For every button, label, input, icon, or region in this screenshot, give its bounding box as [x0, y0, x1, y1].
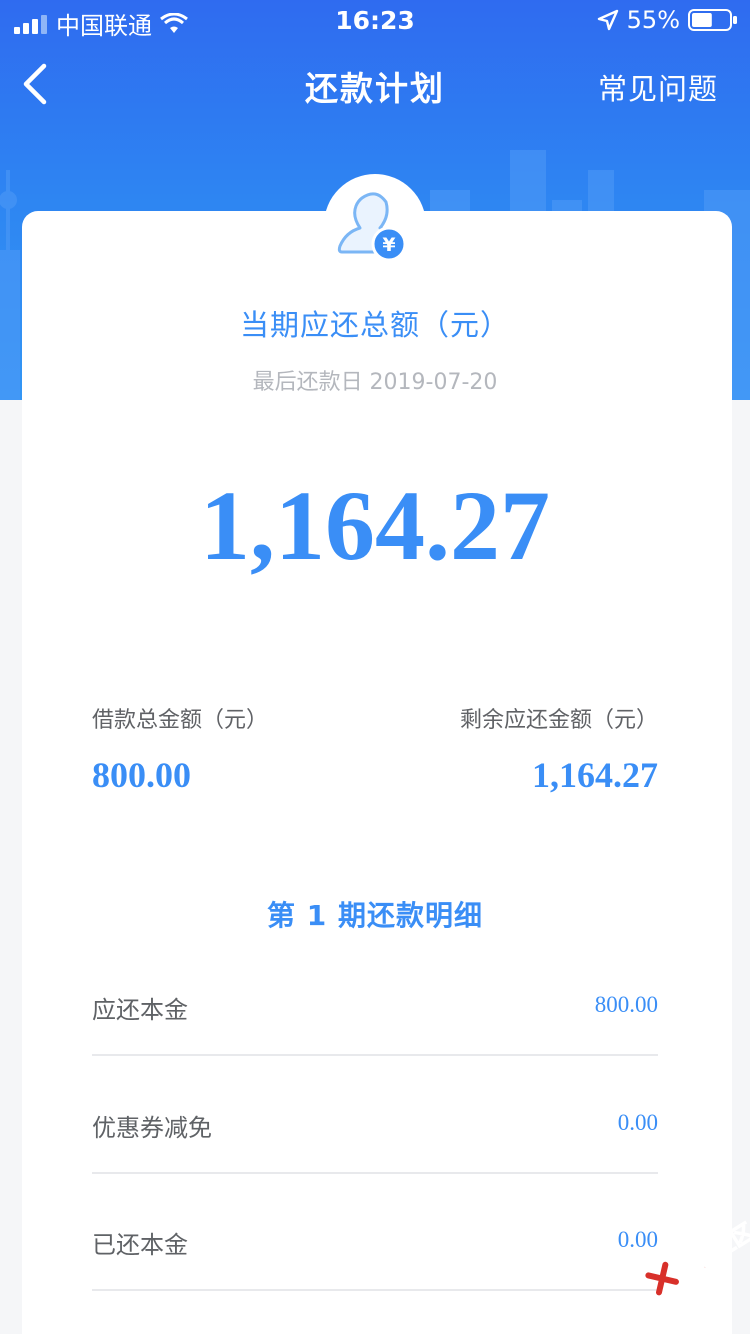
- last-repayment-date: 最后还款日 2019-07-20: [252, 370, 498, 395]
- svg-text:¥: ¥: [382, 234, 395, 256]
- detail-row-label: 应还本金: [92, 996, 188, 1024]
- battery-percent: 55%: [626, 6, 680, 34]
- row-divider: [92, 1289, 658, 1291]
- detail-row-value: 0.00: [617, 1110, 658, 1135]
- detail-row-coupon: 优惠券减免 0.00: [92, 1080, 658, 1198]
- loan-total-value: 800.00: [92, 755, 191, 795]
- nav-bar: 还款计划 常见问题: [0, 40, 750, 128]
- faq-link[interactable]: 常见问题: [598, 66, 718, 108]
- location-arrow-icon: [597, 9, 618, 31]
- avatar-badge: ¥: [324, 174, 426, 276]
- user-yuan-icon: ¥: [337, 192, 407, 262]
- remaining-label: 剩余应还金额（元）: [459, 708, 658, 733]
- total-due-amount: 1,164.27: [200, 470, 550, 581]
- row-divider: [92, 1172, 658, 1174]
- detail-row-label: 已还本金: [92, 1231, 188, 1259]
- detail-row-principal: 应还本金 800.00: [92, 962, 658, 1080]
- status-bar: 中国联通 16:23 55%: [0, 0, 750, 40]
- installment-detail-title: 第 1 期还款明细: [267, 899, 483, 932]
- battery-icon: [688, 9, 737, 31]
- detail-row-repaid: 已还本金 0.00: [92, 1197, 658, 1315]
- detail-row-label: 优惠券减免: [92, 1114, 212, 1142]
- row-divider: [92, 1054, 658, 1056]
- remaining-value: 1,164.27: [532, 755, 658, 795]
- detail-row-value: 800.00: [594, 992, 658, 1017]
- current-due-title: 当期应还总额（元）: [239, 308, 510, 342]
- loan-total-label: 借款总金额（元）: [92, 708, 269, 733]
